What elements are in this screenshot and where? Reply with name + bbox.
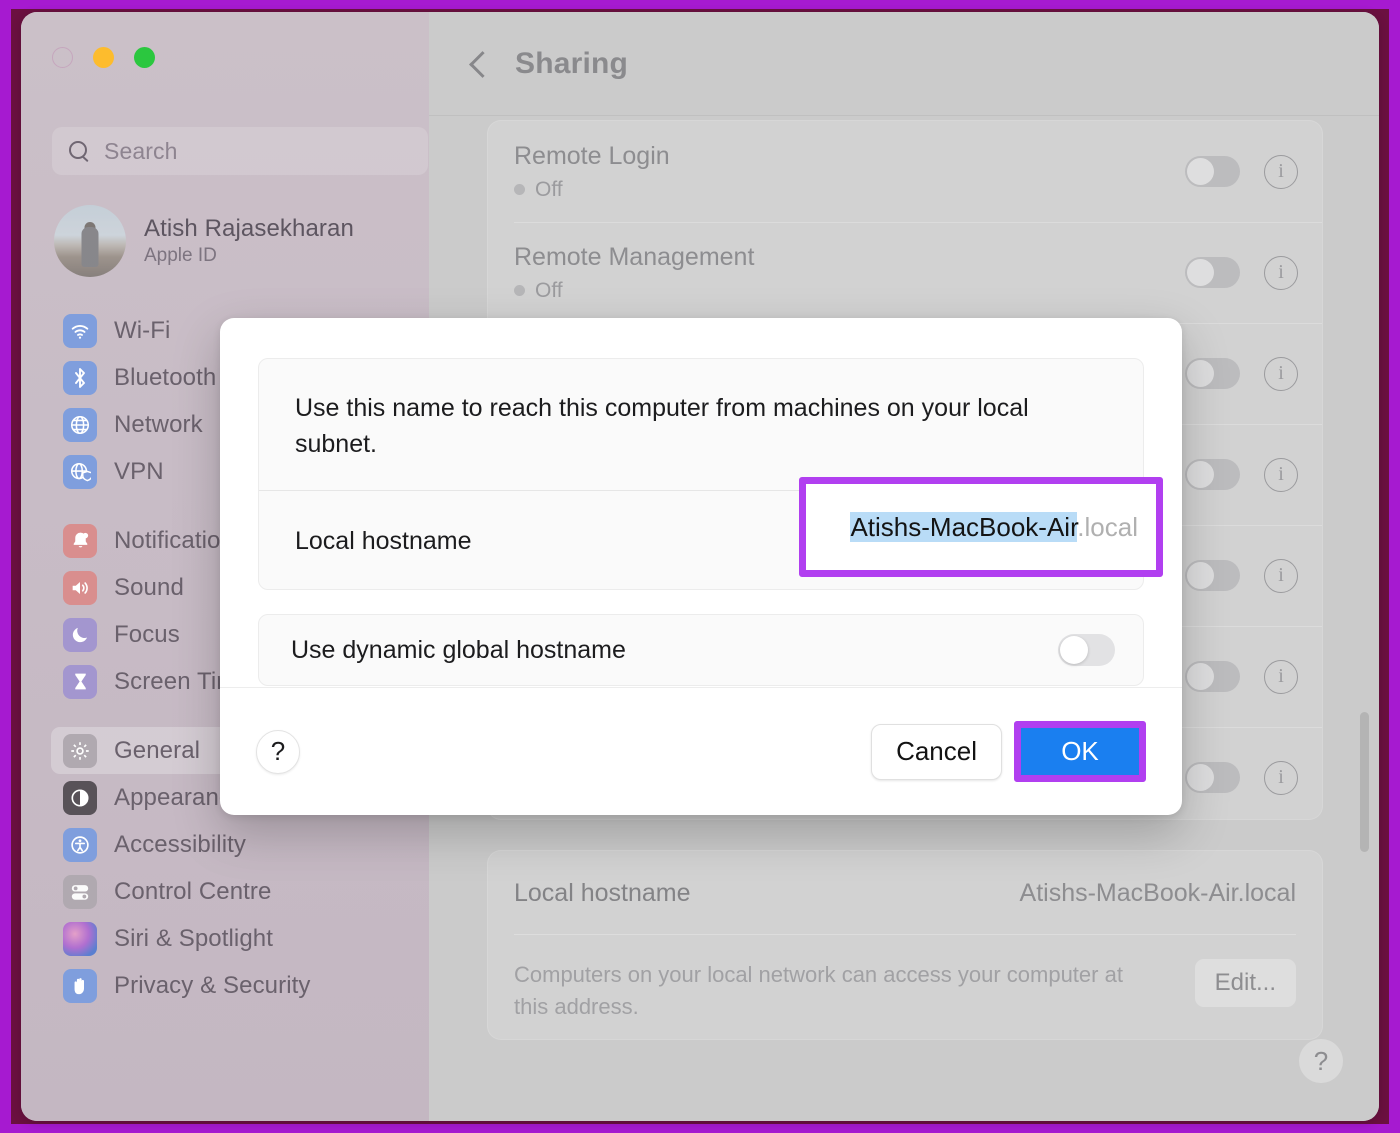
- sidebar-item-siri-and-spotlight[interactable]: Siri & Spotlight: [51, 915, 411, 962]
- info-circle-icon[interactable]: i: [1264, 154, 1298, 189]
- local-hostname-row: Local hostname Atishs-MacBook-Air.local: [488, 851, 1322, 935]
- sidebar-item-label: Wi-Fi: [114, 316, 171, 344]
- service-name: Remote Login: [514, 141, 670, 170]
- sidebar-item-label: Control Centre: [114, 877, 272, 905]
- table-row[interactable]: Remote Login Off i: [488, 121, 1322, 222]
- screen-time-hourglass-icon: [63, 664, 97, 699]
- info-circle-icon[interactable]: i: [1264, 760, 1298, 795]
- service-toggle[interactable]: [1185, 661, 1240, 692]
- service-state: Off: [514, 178, 1185, 202]
- network-globe-icon: [63, 407, 97, 442]
- bluetooth-icon: [63, 360, 97, 395]
- table-row[interactable]: Remote Management Off i: [488, 222, 1322, 323]
- service-toggle[interactable]: [1185, 257, 1240, 288]
- info-circle-icon[interactable]: i: [1264, 356, 1298, 391]
- local-hostname-label: Local hostname: [514, 878, 691, 907]
- status-label: Off: [535, 177, 563, 201]
- maximize-window-button[interactable]: [134, 47, 155, 68]
- service-state: Off: [514, 279, 1185, 303]
- status-dot: [514, 285, 525, 296]
- local-hostname-input[interactable]: Atishs-MacBook-Air.local: [850, 511, 1138, 543]
- info-circle-icon[interactable]: i: [1264, 457, 1298, 492]
- sidebar-item-label: Focus: [114, 620, 180, 648]
- sidebar-item-control-centre[interactable]: Control Centre: [51, 868, 411, 915]
- sidebar-item-label: Siri & Spotlight: [114, 924, 274, 952]
- sidebar-item-label: Bluetooth: [114, 363, 217, 391]
- sidebar-item-label: Sound: [114, 573, 184, 601]
- sidebar-item-accessibility[interactable]: Accessibility: [51, 821, 411, 868]
- privacy-hand-icon: [63, 968, 97, 1003]
- profile-subtitle: Apple ID: [144, 245, 217, 266]
- window-traffic-lights: [52, 47, 155, 68]
- sidebar-item-label: Network: [114, 410, 203, 438]
- notifications-bell-icon: [63, 523, 97, 558]
- accessibility-icon: [63, 827, 97, 862]
- search-input[interactable]: Search: [52, 127, 428, 175]
- local-hostname-suffix: .local: [1077, 511, 1138, 542]
- main-header: Sharing: [429, 12, 1379, 116]
- dialog-help-button[interactable]: ?: [256, 729, 300, 774]
- info-circle-icon[interactable]: i: [1264, 558, 1298, 593]
- sound-speaker-icon: [63, 570, 97, 605]
- profile-name: Atish Rajasekharan: [144, 215, 354, 242]
- avatar: [54, 205, 126, 277]
- service-toggle[interactable]: [1185, 762, 1240, 793]
- sidebar-item-label: VPN: [114, 457, 164, 485]
- minimize-window-button[interactable]: [93, 47, 114, 68]
- close-window-button[interactable]: [52, 47, 73, 68]
- local-hostname-description-row: Computers on your local network can acce…: [488, 935, 1322, 1023]
- local-hostname-selected-text: Atishs-MacBook-Air: [850, 511, 1078, 542]
- service-toggle[interactable]: [1185, 560, 1240, 591]
- local-hostname-input-annotation-highlight: Atishs-MacBook-Air.local: [799, 477, 1163, 577]
- info-circle-icon[interactable]: i: [1264, 255, 1298, 290]
- service-name: Remote Management: [514, 242, 755, 271]
- vpn-shield-globe-icon: [63, 454, 97, 489]
- help-button[interactable]: ?: [1299, 1039, 1343, 1083]
- service-toggle[interactable]: [1185, 358, 1240, 389]
- wifi-icon: [63, 313, 97, 348]
- status-dot: [514, 184, 525, 195]
- page-title: Sharing: [515, 46, 629, 80]
- dynamic-global-hostname-label: Use dynamic global hostname: [291, 635, 626, 664]
- main-scrollbar[interactable]: [1360, 712, 1369, 852]
- local-hostname-field-label: Local hostname: [295, 526, 472, 555]
- sidebar-item-label: Privacy & Security: [114, 971, 311, 999]
- system-settings-window: Search Atish Rajasekharan Apple ID Wi-Fi…: [21, 12, 1379, 1121]
- sidebar-item-label: Accessibility: [114, 830, 246, 858]
- sidebar-item-label: General: [114, 736, 201, 764]
- control-centre-sliders-icon: [63, 874, 97, 909]
- local-hostname-value: Atishs-MacBook-Air.local: [1019, 878, 1296, 907]
- search-placeholder: Search: [104, 137, 178, 164]
- focus-moon-icon: [63, 617, 97, 652]
- apple-id-profile-row[interactable]: Atish Rajasekharan Apple ID: [54, 204, 414, 278]
- edit-button[interactable]: Edit...: [1194, 959, 1296, 1007]
- service-toggle[interactable]: [1185, 156, 1240, 187]
- dialog-footer: ? Cancel OK: [220, 687, 1182, 815]
- appearance-contrast-icon: [63, 780, 97, 815]
- chevron-left-icon[interactable]: [465, 51, 491, 77]
- ok-button[interactable]: OK: [1021, 728, 1139, 775]
- info-circle-icon[interactable]: i: [1264, 659, 1298, 694]
- dialog-description: Use this name to reach this computer fro…: [295, 394, 1029, 458]
- dynamic-global-hostname-toggle[interactable]: [1058, 634, 1115, 666]
- local-hostname-card: Local hostname Atishs-MacBook-Air.local …: [487, 850, 1323, 1040]
- status-label: Off: [535, 278, 563, 302]
- sidebar-item-privacy-and-security[interactable]: Privacy & Security: [51, 962, 411, 1009]
- dynamic-global-hostname-box: Use dynamic global hostname: [258, 614, 1144, 686]
- siri-orb-icon: [63, 921, 97, 956]
- ok-button-annotation-highlight: OK: [1014, 721, 1146, 782]
- search-icon: [68, 140, 90, 162]
- cancel-button[interactable]: Cancel: [871, 723, 1002, 780]
- local-hostname-description: Computers on your local network can acce…: [514, 962, 1123, 1019]
- general-gear-icon: [63, 733, 97, 768]
- service-toggle[interactable]: [1185, 459, 1240, 490]
